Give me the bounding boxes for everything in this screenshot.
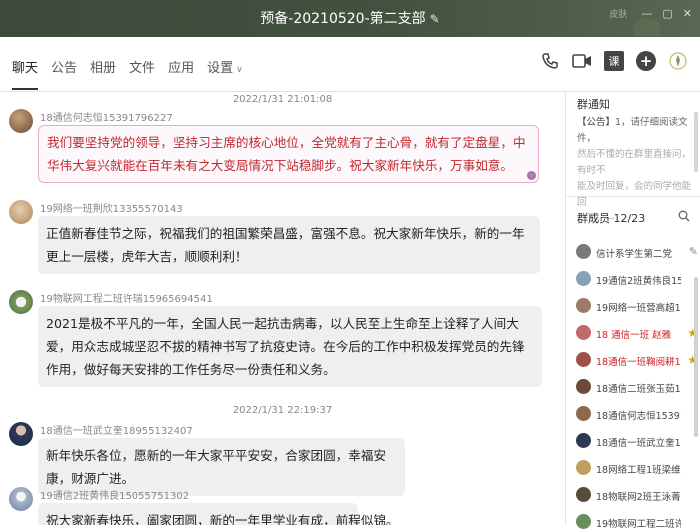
tab-announcement[interactable]: 公告: [51, 57, 77, 90]
members-scrollbar[interactable]: [694, 277, 698, 437]
avatar: [576, 244, 591, 259]
avatar: [576, 487, 591, 502]
member-name: 19通信2班黄伟良1505: [596, 276, 681, 287]
chat-area[interactable]: 2022/1/31 21:01:08 18通信何志恒15391796227 我们…: [0, 92, 565, 525]
member-item[interactable]: 18 通信一班 赵雅 ★: [576, 323, 698, 343]
notice-text: 然后不懂的在群里直接问，有时不: [577, 149, 692, 176]
avatar: [576, 406, 591, 421]
member-item[interactable]: 18通信一班武立奎1895: [576, 431, 698, 451]
member-name: 18网络工程1班梁维政: [596, 465, 681, 476]
member-item[interactable]: 18通信何志恒153917: [576, 404, 698, 424]
member-item[interactable]: 18物联网2班王泳菁18: [576, 485, 698, 505]
avatar: [576, 460, 591, 475]
member-name: 18通信二班张玉茹18715: [596, 384, 681, 395]
message: 19物联网工程二班许瑞15965694541 2021是极不平凡的一年，全国人民…: [9, 290, 549, 400]
member-name: 信计系学生第二党: [596, 249, 673, 260]
minimize-button[interactable]: —: [641, 7, 652, 20]
sender-name[interactable]: 19物联网工程二班许瑞15965694541: [40, 290, 213, 305]
avatar[interactable]: [9, 290, 33, 314]
tab-bar: 聊天 公告 相册 文件 应用 设置 ∨ 课 +: [0, 37, 700, 92]
add-button[interactable]: +: [636, 51, 656, 71]
side-panel: 群通知 【公告】1，请仔细阅读文件， 然后不懂的在群里直接问，有时不 能及时回复…: [565, 92, 700, 530]
edit-icon[interactable]: ✎: [689, 245, 698, 258]
skin-button[interactable]: 皮肤: [609, 7, 627, 20]
member-item[interactable]: 18通信二班张玉茹18715: [576, 377, 698, 397]
member-name: 18通信一班武立奎1895: [596, 438, 681, 449]
chevron-down-icon: ∨: [236, 65, 243, 75]
title-bar: 预备-20210520-第二支部 ✎ 皮肤 — ▢ ✕: [0, 0, 700, 37]
member-item[interactable]: 19网络一班营高超1878: [576, 296, 698, 316]
avatar[interactable]: [9, 200, 33, 224]
timestamp: 2022/1/31 21:01:08: [232, 94, 333, 105]
window-controls: 皮肤 — ▢ ✕: [609, 7, 692, 20]
notice-scrollbar[interactable]: [694, 112, 698, 172]
sender-name[interactable]: 18通信何志恒15391796227: [40, 109, 173, 124]
search-icon[interactable]: [678, 210, 690, 225]
avatar[interactable]: [9, 109, 33, 133]
maximize-button[interactable]: ▢: [662, 7, 672, 20]
group-notice-title: 群通知: [577, 98, 610, 111]
tab-chat[interactable]: 聊天: [12, 57, 39, 90]
members-title: 群成员 12/23: [577, 212, 646, 225]
edit-title-icon[interactable]: ✎: [430, 12, 440, 26]
message-bubble: 我们要坚持党的领导，坚持习主席的核心地位，全党就有了主心骨，就有了定盘星，中华伟…: [38, 125, 539, 183]
divider: [566, 196, 700, 197]
message: 18通信一班武立奎18955132407 新年快乐各位，愿新的一年大家平平安安，…: [9, 422, 549, 496]
member-item[interactable]: 18通信一班鞠阅耕15953 ★: [576, 350, 698, 370]
tab-apps[interactable]: 应用: [168, 57, 194, 90]
member-tools: [678, 210, 690, 225]
close-button[interactable]: ✕: [683, 7, 692, 20]
message: 19网络一班荆欣13355570143 正值新春佳节之际，祝福我们的祖国繁荣昌盛…: [9, 200, 549, 290]
member-name: 19物联网工程二班许瑞: [596, 519, 681, 530]
tab-settings-label: 设置: [207, 61, 234, 76]
sender-name[interactable]: 19网络一班荆欣13355570143: [40, 200, 183, 215]
member-item[interactable]: 19物联网工程二班许瑞: [576, 512, 698, 532]
message-bubble: 祝大家新春快乐，阖家团圆，新的一年里学业有成，前程似锦。: [38, 503, 399, 525]
notice-text: 能及时回复，会的同学他能回: [577, 181, 692, 208]
avatar[interactable]: [9, 422, 33, 446]
message: 18通信何志恒15391796227 我们要坚持党的领导，坚持习主席的核心地位，…: [9, 109, 549, 204]
sender-name[interactable]: 18通信一班武立奎18955132407: [40, 422, 193, 437]
sender-name[interactable]: 19通信2班黄伟良15055751302: [40, 487, 189, 502]
avatar: [576, 379, 591, 394]
member-item[interactable]: 19通信2班黄伟良1505: [576, 269, 698, 289]
avatar: [576, 298, 591, 313]
avatar: [576, 352, 591, 367]
phone-icon[interactable]: [540, 51, 560, 71]
avatar: [576, 271, 591, 286]
more-icon[interactable]: [668, 51, 688, 71]
member-item[interactable]: 信计系学生第二党 ✎: [576, 242, 698, 262]
member-name: 18通信何志恒153917: [596, 411, 681, 422]
member-item[interactable]: 18网络工程1班梁维政: [576, 458, 698, 478]
member-name: 18 通信一班 赵雅: [596, 330, 672, 341]
member-name: 19网络一班营高超1878: [596, 303, 681, 314]
avatar: [576, 433, 591, 448]
tab-files[interactable]: 文件: [129, 57, 155, 90]
message-bubble: 正值新春佳节之际，祝福我们的祖国繁荣昌盛，富强不息。祝大家新年快乐，新的一年更上…: [38, 216, 540, 274]
toolbar: 课 +: [540, 51, 688, 71]
message-bubble: 2021是极不平凡的一年，全国人民一起抗击病毒，以人民至上生命至上诠释了人间大爱…: [38, 306, 542, 387]
notice-tag: 【公告】: [577, 117, 616, 128]
member-name: 18物联网2班王泳菁18: [596, 492, 681, 503]
avatar: [576, 325, 591, 340]
message: 19通信2班黄伟良15055751302 祝大家新春快乐，阖家团圆，新的一年里学…: [9, 487, 549, 525]
video-icon[interactable]: [572, 51, 592, 71]
avatar: [576, 514, 591, 529]
window-title-text: 预备-20210520-第二支部: [260, 11, 426, 27]
member-name: 18通信一班鞠阅耕15953: [596, 357, 681, 368]
lesson-button[interactable]: 课: [604, 51, 624, 71]
avatar[interactable]: [9, 487, 33, 511]
timestamp: 2022/1/31 22:19:37: [232, 405, 333, 416]
tab-settings[interactable]: 设置 ∨: [207, 57, 243, 90]
tab-list: 聊天 公告 相册 文件 应用 设置 ∨: [12, 57, 256, 90]
window-title: 预备-20210520-第二支部 ✎: [0, 8, 700, 28]
tab-album[interactable]: 相册: [90, 57, 116, 90]
